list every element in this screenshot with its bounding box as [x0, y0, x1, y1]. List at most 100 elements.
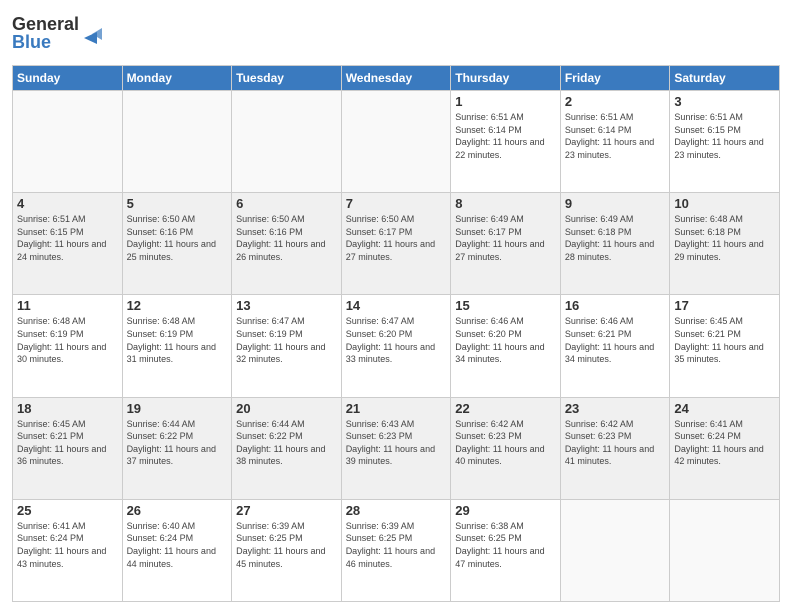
calendar-cell: 15 Sunrise: 6:46 AMSunset: 6:20 PMDayligh…	[451, 295, 561, 397]
calendar-cell: 11 Sunrise: 6:48 AMSunset: 6:19 PMDayligh…	[13, 295, 123, 397]
day-sun-info: Sunrise: 6:51 AMSunset: 6:15 PMDaylight:…	[674, 111, 775, 161]
calendar-cell: 8 Sunrise: 6:49 AMSunset: 6:17 PMDaylight…	[451, 193, 561, 295]
day-sun-info: Sunrise: 6:51 AMSunset: 6:15 PMDaylight:…	[17, 213, 118, 263]
day-sun-info: Sunrise: 6:44 AMSunset: 6:22 PMDaylight:…	[236, 418, 337, 468]
calendar-cell: 5 Sunrise: 6:50 AMSunset: 6:16 PMDaylight…	[122, 193, 232, 295]
day-sun-info: Sunrise: 6:46 AMSunset: 6:20 PMDaylight:…	[455, 315, 556, 365]
calendar-cell: 28Sunrise: 6:39 AMSunset: 6:25 PMDayligh…	[341, 499, 451, 601]
svg-text:Blue: Blue	[12, 32, 51, 52]
calendar-cell: 4 Sunrise: 6:51 AMSunset: 6:15 PMDaylight…	[13, 193, 123, 295]
calendar-cell: 26 Sunrise: 6:40 AMSunset: 6:24 PMDayligh…	[122, 499, 232, 601]
day-sun-info: Sunrise: 6:48 AMSunset: 6:19 PMDaylight:…	[127, 315, 228, 365]
day-number: 17	[674, 298, 775, 313]
calendar-header-row: SundayMondayTuesdayWednesdayThursdayFrid…	[13, 66, 780, 91]
calendar-cell: 10 Sunrise: 6:48 AMSunset: 6:18 PMDayligh…	[670, 193, 780, 295]
calendar-week-3: 11 Sunrise: 6:48 AMSunset: 6:19 PMDayligh…	[13, 295, 780, 397]
day-number: 20	[236, 401, 337, 416]
col-header-thursday: Thursday	[451, 66, 561, 91]
day-number: 25	[17, 503, 118, 518]
day-sun-info: Sunrise: 6:48 AMSunset: 6:18 PMDaylight:…	[674, 213, 775, 263]
day-sun-info: Sunrise: 6:50 AMSunset: 6:17 PMDaylight:…	[346, 213, 447, 263]
day-sun-info: Sunrise: 6:45 AMSunset: 6:21 PMDaylight:…	[674, 315, 775, 365]
day-sun-info: Sunrise: 6:49 AMSunset: 6:17 PMDaylight:…	[455, 213, 556, 263]
day-number: 19	[127, 401, 228, 416]
calendar-week-4: 18 Sunrise: 6:45 AMSunset: 6:21 PMDayligh…	[13, 397, 780, 499]
calendar-cell	[560, 499, 670, 601]
page: General Blue SundayMondayTuesdayWednesda…	[0, 0, 792, 612]
calendar-cell: 6Sunrise: 6:50 AMSunset: 6:16 PMDaylight…	[232, 193, 342, 295]
day-sun-info: Sunrise: 6:38 AMSunset: 6:25 PMDaylight:…	[455, 520, 556, 570]
calendar-cell: 17 Sunrise: 6:45 AMSunset: 6:21 PMDayligh…	[670, 295, 780, 397]
calendar-cell: 7 Sunrise: 6:50 AMSunset: 6:17 PMDaylight…	[341, 193, 451, 295]
day-number: 29	[455, 503, 556, 518]
calendar-cell: 14 Sunrise: 6:47 AMSunset: 6:20 PMDayligh…	[341, 295, 451, 397]
day-sun-info: Sunrise: 6:39 AMSunset: 6:25 PMDaylight:…	[236, 520, 337, 570]
day-number: 27	[236, 503, 337, 518]
day-sun-info: Sunrise: 6:42 AMSunset: 6:23 PMDaylight:…	[565, 418, 666, 468]
day-sun-info: Sunrise: 6:40 AMSunset: 6:24 PMDaylight:…	[127, 520, 228, 570]
calendar-cell: 12Sunrise: 6:48 AMSunset: 6:19 PMDayligh…	[122, 295, 232, 397]
calendar-week-1: 1 Sunrise: 6:51 AMSunset: 6:14 PMDaylight…	[13, 91, 780, 193]
day-sun-info: Sunrise: 6:47 AMSunset: 6:20 PMDaylight:…	[346, 315, 447, 365]
day-number: 24	[674, 401, 775, 416]
day-number: 13	[236, 298, 337, 313]
day-sun-info: Sunrise: 6:42 AMSunset: 6:23 PMDaylight:…	[455, 418, 556, 468]
day-sun-info: Sunrise: 6:50 AMSunset: 6:16 PMDaylight:…	[127, 213, 228, 263]
calendar-week-5: 25 Sunrise: 6:41 AMSunset: 6:24 PMDayligh…	[13, 499, 780, 601]
logo-text: General Blue	[12, 10, 112, 59]
day-number: 14	[346, 298, 447, 313]
day-number: 18	[17, 401, 118, 416]
logo: General Blue	[12, 10, 112, 59]
day-number: 3	[674, 94, 775, 109]
calendar-cell: 29 Sunrise: 6:38 AMSunset: 6:25 PMDayligh…	[451, 499, 561, 601]
calendar-cell	[13, 91, 123, 193]
day-number: 11	[17, 298, 118, 313]
calendar-cell: 19Sunrise: 6:44 AMSunset: 6:22 PMDayligh…	[122, 397, 232, 499]
day-sun-info: Sunrise: 6:51 AMSunset: 6:14 PMDaylight:…	[565, 111, 666, 161]
header: General Blue	[12, 10, 780, 59]
day-sun-info: Sunrise: 6:48 AMSunset: 6:19 PMDaylight:…	[17, 315, 118, 365]
col-header-wednesday: Wednesday	[341, 66, 451, 91]
day-number: 26	[127, 503, 228, 518]
day-sun-info: Sunrise: 6:41 AMSunset: 6:24 PMDaylight:…	[674, 418, 775, 468]
svg-text:General: General	[12, 14, 79, 34]
day-sun-info: Sunrise: 6:41 AMSunset: 6:24 PMDaylight:…	[17, 520, 118, 570]
calendar-cell	[122, 91, 232, 193]
day-number: 7	[346, 196, 447, 211]
day-sun-info: Sunrise: 6:49 AMSunset: 6:18 PMDaylight:…	[565, 213, 666, 263]
calendar-cell: 2 Sunrise: 6:51 AMSunset: 6:14 PMDaylight…	[560, 91, 670, 193]
calendar-cell: 16 Sunrise: 6:46 AMSunset: 6:21 PMDayligh…	[560, 295, 670, 397]
day-number: 2	[565, 94, 666, 109]
calendar-cell: 24 Sunrise: 6:41 AMSunset: 6:24 PMDayligh…	[670, 397, 780, 499]
day-number: 8	[455, 196, 556, 211]
col-header-sunday: Sunday	[13, 66, 123, 91]
day-sun-info: Sunrise: 6:50 AMSunset: 6:16 PMDaylight:…	[236, 213, 337, 263]
calendar-cell	[670, 499, 780, 601]
calendar-cell: 9 Sunrise: 6:49 AMSunset: 6:18 PMDaylight…	[560, 193, 670, 295]
day-number: 22	[455, 401, 556, 416]
calendar-cell: 13 Sunrise: 6:47 AMSunset: 6:19 PMDayligh…	[232, 295, 342, 397]
day-number: 4	[17, 196, 118, 211]
day-sun-info: Sunrise: 6:46 AMSunset: 6:21 PMDaylight:…	[565, 315, 666, 365]
calendar-cell: 25 Sunrise: 6:41 AMSunset: 6:24 PMDayligh…	[13, 499, 123, 601]
day-number: 5	[127, 196, 228, 211]
day-number: 21	[346, 401, 447, 416]
calendar-cell	[341, 91, 451, 193]
col-header-monday: Monday	[122, 66, 232, 91]
day-number: 10	[674, 196, 775, 211]
day-number: 9	[565, 196, 666, 211]
day-sun-info: Sunrise: 6:43 AMSunset: 6:23 PMDaylight:…	[346, 418, 447, 468]
day-sun-info: Sunrise: 6:45 AMSunset: 6:21 PMDaylight:…	[17, 418, 118, 468]
calendar-table: SundayMondayTuesdayWednesdayThursdayFrid…	[12, 65, 780, 602]
col-header-tuesday: Tuesday	[232, 66, 342, 91]
day-sun-info: Sunrise: 6:47 AMSunset: 6:19 PMDaylight:…	[236, 315, 337, 365]
day-number: 16	[565, 298, 666, 313]
day-sun-info: Sunrise: 6:51 AMSunset: 6:14 PMDaylight:…	[455, 111, 556, 161]
col-header-friday: Friday	[560, 66, 670, 91]
day-number: 1	[455, 94, 556, 109]
calendar-cell	[232, 91, 342, 193]
calendar-cell: 3 Sunrise: 6:51 AMSunset: 6:15 PMDaylight…	[670, 91, 780, 193]
day-number: 28	[346, 503, 447, 518]
day-number: 15	[455, 298, 556, 313]
calendar-cell: 1 Sunrise: 6:51 AMSunset: 6:14 PMDaylight…	[451, 91, 561, 193]
